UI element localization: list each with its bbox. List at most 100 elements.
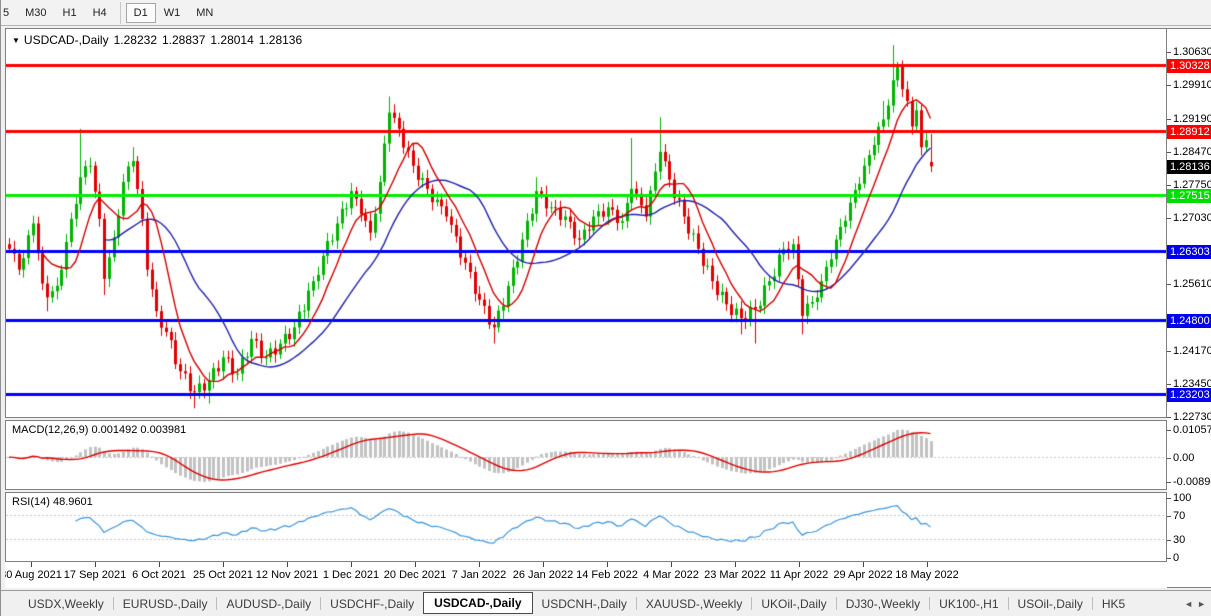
date-axis-tick bbox=[287, 562, 288, 567]
timeframe-toolbar: 5 M30 H1 H4 D1 W1 MN bbox=[1, 0, 1211, 26]
tab-scroll-left-icon[interactable]: ◄ bbox=[1184, 599, 1193, 609]
date-axis-tick bbox=[31, 562, 32, 567]
price-axis-label: 1.25610 bbox=[1173, 278, 1211, 290]
date-axis-tick bbox=[671, 562, 672, 567]
rsi-axis-label: 0 bbox=[1173, 552, 1180, 564]
price-axis-tick bbox=[1167, 152, 1171, 153]
date-axis-label: 17 Sep 2021 bbox=[63, 569, 127, 581]
timeframe-button-h1[interactable]: H1 bbox=[55, 3, 85, 23]
ohlc-open: 1.28232 bbox=[113, 33, 157, 47]
rsi-axis-label: 30 bbox=[1173, 534, 1186, 546]
rsi-axis-tick bbox=[1167, 516, 1171, 517]
date-axis-tick bbox=[95, 562, 96, 567]
rsi-label: RSI(14) 48.9601 bbox=[12, 496, 93, 508]
timeframe-button-d1[interactable]: D1 bbox=[125, 2, 156, 23]
chart-tab-xauusd-weekly[interactable]: XAUUSD-,Weekly bbox=[637, 593, 751, 615]
date-axis-label: 12 Nov 2021 bbox=[255, 569, 319, 581]
rsi-axis-label: 70 bbox=[1173, 510, 1186, 522]
date-axis-tick bbox=[159, 562, 160, 567]
date-axis-label: 26 Jan 2022 bbox=[512, 569, 574, 581]
tab-scroll-arrows: ◄ ► bbox=[1184, 599, 1211, 609]
date-axis-label: 25 Oct 2021 bbox=[193, 569, 253, 581]
rsi-canvas[interactable] bbox=[6, 493, 1166, 561]
chart-tab-bar: USDX,Weekly EURUSD-,Daily AUDUSD-,Daily USD… bbox=[1, 590, 1211, 616]
chart-tab-dj30-weekly[interactable]: DJ30-,Weekly bbox=[837, 593, 929, 615]
rsi-axis-label: 100 bbox=[1173, 492, 1192, 504]
price-axis-tick bbox=[1167, 284, 1171, 285]
rsi-axis-tick bbox=[1167, 540, 1171, 541]
chart-tab-hk5[interactable]: HK5 bbox=[1093, 593, 1134, 615]
price-axis[interactable]: 1.30630 1.29910 1.29190 1.28470 1.27750 1.270… bbox=[1167, 28, 1211, 588]
panel-splitter[interactable] bbox=[1, 488, 1211, 491]
chart-tab-usdchf-daily[interactable]: USDCHF-,Daily bbox=[321, 593, 423, 615]
date-axis-label: 30 Aug 2021 bbox=[5, 569, 62, 581]
date-axis-label: 1 Dec 2021 bbox=[322, 569, 380, 581]
chart-tab-eurusd-daily[interactable]: EURUSD-,Daily bbox=[114, 593, 217, 615]
date-axis-tick bbox=[415, 562, 416, 567]
macd-axis-label: 0.00 bbox=[1173, 452, 1195, 464]
rsi-axis-tick bbox=[1167, 558, 1171, 559]
chart-tab-usdcnh-daily[interactable]: USDCNH-,Daily bbox=[533, 593, 636, 615]
price-axis-label: 1.24170 bbox=[1173, 345, 1211, 357]
date-axis-tick bbox=[223, 562, 224, 567]
price-axis-tick bbox=[1167, 417, 1171, 418]
ohlc-high: 1.28837 bbox=[162, 33, 206, 47]
date-axis-label: 4 Mar 2022 bbox=[643, 569, 699, 581]
chart-tab-usdcad-daily[interactable]: USDCAD-,Daily bbox=[423, 591, 533, 614]
price-level-tag: 1.28912 bbox=[1167, 125, 1211, 139]
price-level-tag: 1.26303 bbox=[1167, 245, 1211, 259]
date-axis-label: 7 Jan 2022 bbox=[451, 569, 507, 581]
current-price-tag: 1.28136 bbox=[1167, 160, 1211, 174]
macd-axis-tick bbox=[1167, 430, 1171, 431]
macd-axis-label: -0.00896 bbox=[1173, 476, 1211, 488]
chart-tab-usdx-weekly[interactable]: USDX,Weekly bbox=[19, 593, 113, 615]
macd-label: MACD(12,26,9) 0.001492 0.003981 bbox=[12, 424, 187, 436]
macd-indicator-panel: MACD(12,26,9) 0.001492 0.003981 bbox=[5, 420, 1167, 490]
timeframe-button-h4[interactable]: H4 bbox=[85, 3, 115, 23]
price-chart-panel: ▼ USDCAD-,Daily 1.28232 1.28837 1.28014 1.281… bbox=[5, 28, 1167, 418]
macd-axis-label: 0.010578 bbox=[1173, 424, 1211, 436]
date-axis[interactable]: 30 Aug 2021 17 Sep 2021 6 Oct 2021 25 Oct 2… bbox=[5, 562, 1167, 588]
chart-tab-ukoil-daily[interactable]: UKOil-,Daily bbox=[752, 593, 835, 615]
timeframe-button-m30[interactable]: M30 bbox=[17, 3, 54, 23]
date-axis-tick bbox=[543, 562, 544, 567]
date-axis-tick bbox=[799, 562, 800, 567]
macd-axis-tick bbox=[1167, 482, 1171, 483]
price-level-tag: 1.24800 bbox=[1167, 314, 1211, 328]
date-axis-label: 18 May 2022 bbox=[895, 569, 959, 581]
chart-tab-usoil-daily[interactable]: USOil-,Daily bbox=[1009, 593, 1092, 615]
date-axis-label: 6 Oct 2021 bbox=[132, 569, 186, 581]
tab-scroll-right-icon[interactable]: ► bbox=[1197, 599, 1206, 609]
date-axis-label: 29 Apr 2022 bbox=[833, 569, 893, 581]
price-axis-tick bbox=[1167, 85, 1171, 86]
symbol-dropdown-icon[interactable]: ▼ bbox=[12, 36, 20, 45]
macd-axis-tick bbox=[1167, 458, 1171, 459]
date-axis-tick bbox=[863, 562, 864, 567]
price-axis-tick bbox=[1167, 119, 1171, 120]
date-axis-tick bbox=[735, 562, 736, 567]
rsi-axis-tick bbox=[1167, 498, 1171, 499]
price-level-tag: 1.30328 bbox=[1167, 59, 1211, 73]
ohlc-close: 1.28136 bbox=[258, 33, 303, 47]
toolbar-separator bbox=[119, 1, 121, 24]
timeframe-button-5[interactable]: 5 bbox=[0, 3, 17, 23]
panel-splitter[interactable] bbox=[1, 416, 1211, 419]
price-axis-label: 1.29910 bbox=[1173, 79, 1211, 91]
price-level-tag: 1.27515 bbox=[1167, 189, 1211, 203]
date-axis-tick bbox=[351, 562, 352, 567]
timeframe-button-w1[interactable]: W1 bbox=[156, 3, 189, 23]
price-axis-label: 1.22730 bbox=[1173, 411, 1211, 423]
date-axis-label: 23 Mar 2022 bbox=[704, 569, 766, 581]
chart-header: ▼ USDCAD-,Daily 1.28232 1.28837 1.28014 1.281… bbox=[12, 33, 302, 47]
price-axis-tick bbox=[1167, 218, 1171, 219]
price-axis-tick bbox=[1167, 185, 1171, 186]
price-axis-tick bbox=[1167, 52, 1171, 53]
timeframe-button-mn[interactable]: MN bbox=[188, 3, 221, 23]
chart-tab-uk100-h1[interactable]: UK100-,H1 bbox=[930, 593, 1007, 615]
price-axis-label: 1.27030 bbox=[1173, 212, 1211, 224]
chart-tab-audusd-daily[interactable]: AUDUSD-,Daily bbox=[217, 593, 320, 615]
ohlc-low: 1.28014 bbox=[210, 33, 254, 47]
price-chart-canvas[interactable] bbox=[6, 29, 1166, 417]
chart-symbol-label: USDCAD-,Daily bbox=[23, 33, 109, 47]
price-axis-label: 1.28470 bbox=[1173, 146, 1211, 158]
